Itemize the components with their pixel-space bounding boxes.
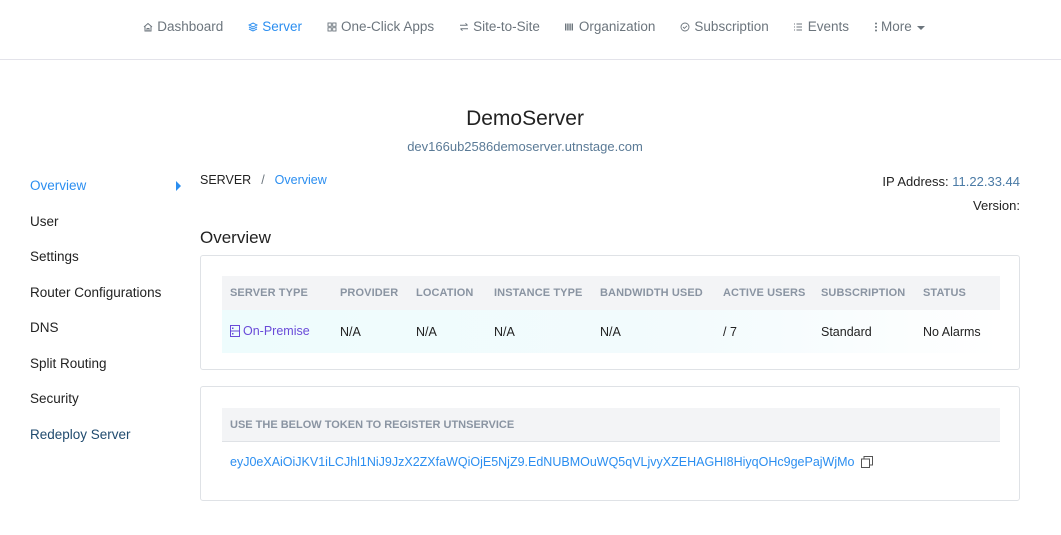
cell-subscription: Standard [821, 324, 872, 339]
table-row: On-Premise N/A N/A N/A N/A / 7 Standard … [222, 310, 1000, 353]
nav-item-server[interactable]: Server [247, 19, 302, 34]
sidebar-item-label: DNS [30, 320, 59, 336]
nav-label: Organization [578, 19, 656, 34]
token-card: USE THE BELOW TOKEN TO REGISTER UTNSERVI… [200, 386, 1020, 501]
cell-status: No Alarms [923, 324, 981, 339]
version-row: Version: [882, 198, 1020, 222]
sidebar-item-label: Settings [30, 249, 79, 265]
swap-arrows-icon [458, 21, 469, 32]
overview-card: SERVER TYPE PROVIDER LOCATION INSTANCE T… [200, 255, 1020, 370]
server-name: DemoServer [466, 107, 584, 130]
ip-address-value: 11.22.33.44 [952, 174, 1020, 189]
sidebar-item-overview[interactable]: Overview [30, 168, 185, 204]
column-header-location: LOCATION [408, 276, 486, 310]
copy-icon[interactable] [860, 456, 873, 468]
sidebar-item-split-routing[interactable]: Split Routing [30, 346, 185, 382]
breadcrumb-current[interactable]: Overview [275, 173, 327, 187]
check-circle-icon [679, 21, 690, 32]
token-heading: USE THE BELOW TOKEN TO REGISTER UTNSERVI… [222, 408, 1000, 442]
vertical-dots-icon [873, 21, 879, 32]
cell-location: N/A [416, 324, 437, 339]
nav-label: Events [807, 19, 849, 34]
nav-list: Dashboard Server One-Click Apps Site-to-… [130, 19, 937, 34]
registration-token[interactable]: eyJ0eXAiOiJKV1iLCJhl1NiJ9JzX2ZXfaWQiOjE5… [230, 455, 855, 469]
breadcrumb: SERVER / Overview [200, 173, 327, 187]
sidebar-item-user[interactable]: User [30, 204, 185, 240]
sidebar-item-settings[interactable]: Settings [30, 239, 185, 275]
nav-item-site-to-site[interactable]: Site-to-Site [458, 19, 540, 34]
column-header-active-users: ACTIVE USERS [715, 276, 813, 310]
nav-label: Server [262, 19, 303, 34]
sidebar-item-redeploy-server[interactable]: Redeploy Server [30, 417, 185, 453]
sidebar-item-dns[interactable]: DNS [30, 310, 185, 346]
top-navigation: Dashboard Server One-Click Apps Site-to-… [0, 0, 1061, 60]
grid-icon [326, 21, 337, 32]
column-header-instance-type: INSTANCE TYPE [486, 276, 592, 310]
caret-right-icon [176, 180, 181, 191]
nav-label: Subscription [694, 19, 769, 34]
ip-address-row: IP Address: 11.22.33.44 [882, 174, 1020, 198]
nav-label: One-Click Apps [341, 19, 435, 34]
columns-icon [564, 21, 575, 32]
server-hostname: dev166ub2586demoserver.utnstage.com [407, 139, 643, 154]
column-header-server-type: SERVER TYPE [222, 276, 332, 310]
sidebar-item-label: Overview [30, 178, 87, 194]
sidebar: Overview User Settings Router Configurat… [30, 168, 185, 452]
nav-item-more[interactable]: More [873, 19, 925, 34]
cell-bandwidth-used: N/A [600, 324, 621, 339]
server-type-value: On-Premise [243, 323, 310, 338]
sidebar-item-router-configurations[interactable]: Router Configurations [30, 275, 185, 311]
column-header-bandwidth-used: BANDWIDTH USED [592, 276, 715, 310]
nav-label: Site-to-Site [473, 19, 540, 34]
nav-item-subscription[interactable]: Subscription [679, 19, 769, 34]
version-label: Version: [973, 198, 1020, 213]
home-icon [142, 21, 153, 32]
layers-icon [247, 21, 258, 32]
column-header-provider: PROVIDER [332, 276, 408, 310]
nav-item-dashboard[interactable]: Dashboard [142, 19, 223, 34]
sidebar-item-label: Security [30, 391, 79, 407]
nav-item-events[interactable]: Events [793, 19, 849, 34]
token-row: eyJ0eXAiOiJKV1iLCJhl1NiJ9JzX2ZXfaWQiOjE5… [230, 455, 873, 469]
table-header-row: SERVER TYPE PROVIDER LOCATION INSTANCE T… [222, 276, 1000, 310]
server-meta: IP Address: 11.22.33.44 Version: [882, 174, 1020, 222]
breadcrumb-root[interactable]: SERVER [200, 173, 251, 187]
cell-server-type: On-Premise [222, 310, 332, 353]
section-title: Overview [200, 228, 271, 247]
ip-address-label: IP Address: [882, 174, 949, 189]
cell-provider: N/A [340, 324, 361, 339]
caret-down-icon [916, 25, 925, 30]
nav-label: More [881, 19, 912, 34]
server-type-link[interactable]: On-Premise [230, 324, 310, 338]
sidebar-item-label: Split Routing [30, 355, 107, 371]
overview-table: SERVER TYPE PROVIDER LOCATION INSTANCE T… [222, 276, 1000, 353]
cell-instance-type: N/A [494, 324, 515, 339]
nav-label: Dashboard [157, 19, 224, 34]
list-icon [793, 21, 804, 32]
nav-item-one-click-apps[interactable]: One-Click Apps [326, 19, 434, 34]
sidebar-item-label: User [30, 213, 59, 229]
column-header-subscription: SUBSCRIPTION [813, 276, 915, 310]
server-icon [230, 324, 240, 337]
cell-active-users: / 7 [723, 324, 737, 339]
breadcrumb-separator: / [261, 173, 265, 187]
sidebar-item-label: Redeploy Server [30, 426, 131, 442]
sidebar-item-label: Router Configurations [30, 284, 162, 300]
sidebar-item-security[interactable]: Security [30, 381, 185, 417]
nav-item-organization[interactable]: Organization [564, 19, 656, 34]
column-header-status: STATUS [915, 276, 1000, 310]
